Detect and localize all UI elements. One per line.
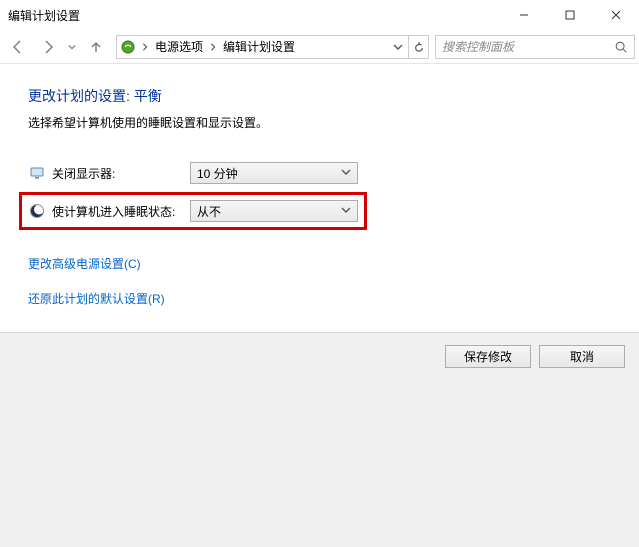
- monitor-icon: [28, 164, 46, 182]
- display-off-combo[interactable]: 10 分钟: [190, 162, 358, 184]
- display-off-value: 10 分钟: [197, 165, 238, 182]
- page-heading: 更改计划的设置: 平衡: [28, 86, 611, 106]
- advanced-settings-link[interactable]: 更改高级电源设置(C): [28, 255, 141, 272]
- maximize-button[interactable]: [547, 0, 593, 30]
- setting-sleep: 使计算机进入睡眠状态: 从不: [24, 197, 362, 225]
- close-button[interactable]: [593, 0, 639, 30]
- bottom-bar: 保存修改 取消: [0, 332, 639, 547]
- back-button[interactable]: [4, 33, 32, 61]
- breadcrumb-power-options[interactable]: 电源选项: [151, 36, 207, 58]
- cancel-button-label: 取消: [570, 348, 594, 365]
- cancel-button[interactable]: 取消: [539, 345, 625, 368]
- restore-defaults-link[interactable]: 还原此计划的默认设置(R): [28, 290, 165, 307]
- history-dropdown[interactable]: [64, 33, 80, 61]
- forward-button[interactable]: [34, 33, 62, 61]
- breadcrumb-edit-plan[interactable]: 编辑计划设置: [219, 36, 299, 58]
- chevron-right-icon[interactable]: [139, 43, 151, 51]
- control-panel-icon: [117, 39, 139, 55]
- save-button[interactable]: 保存修改: [445, 345, 531, 368]
- window-title: 编辑计划设置: [8, 7, 80, 24]
- setting-display-off: 关闭显示器: 10 分钟: [28, 159, 611, 187]
- sleep-combo[interactable]: 从不: [190, 200, 358, 222]
- chevron-down-icon: [341, 166, 351, 180]
- up-button[interactable]: [82, 33, 110, 61]
- chevron-right-icon[interactable]: [207, 43, 219, 51]
- address-dropdown[interactable]: [388, 36, 408, 58]
- content-area: 更改计划的设置: 平衡 选择希望计算机使用的睡眠设置和显示设置。 关闭显示器: …: [0, 64, 639, 325]
- titlebar: 编辑计划设置: [0, 0, 639, 30]
- moon-icon: [28, 202, 46, 220]
- navbar: 电源选项 编辑计划设置: [0, 30, 639, 64]
- address-bar[interactable]: 电源选项 编辑计划设置: [116, 35, 429, 59]
- chevron-down-icon: [341, 204, 351, 218]
- refresh-button[interactable]: [408, 36, 428, 58]
- sleep-label: 使计算机进入睡眠状态:: [52, 203, 175, 220]
- page-subtext: 选择希望计算机使用的睡眠设置和显示设置。: [28, 114, 611, 131]
- links-section: 更改高级电源设置(C) 还原此计划的默认设置(R): [28, 255, 611, 325]
- display-off-label: 关闭显示器:: [52, 165, 115, 182]
- search-box[interactable]: [435, 35, 635, 59]
- sleep-value: 从不: [197, 203, 221, 220]
- search-input[interactable]: [436, 40, 608, 54]
- search-icon[interactable]: [608, 36, 634, 58]
- minimize-button[interactable]: [501, 0, 547, 30]
- save-button-label: 保存修改: [464, 348, 512, 365]
